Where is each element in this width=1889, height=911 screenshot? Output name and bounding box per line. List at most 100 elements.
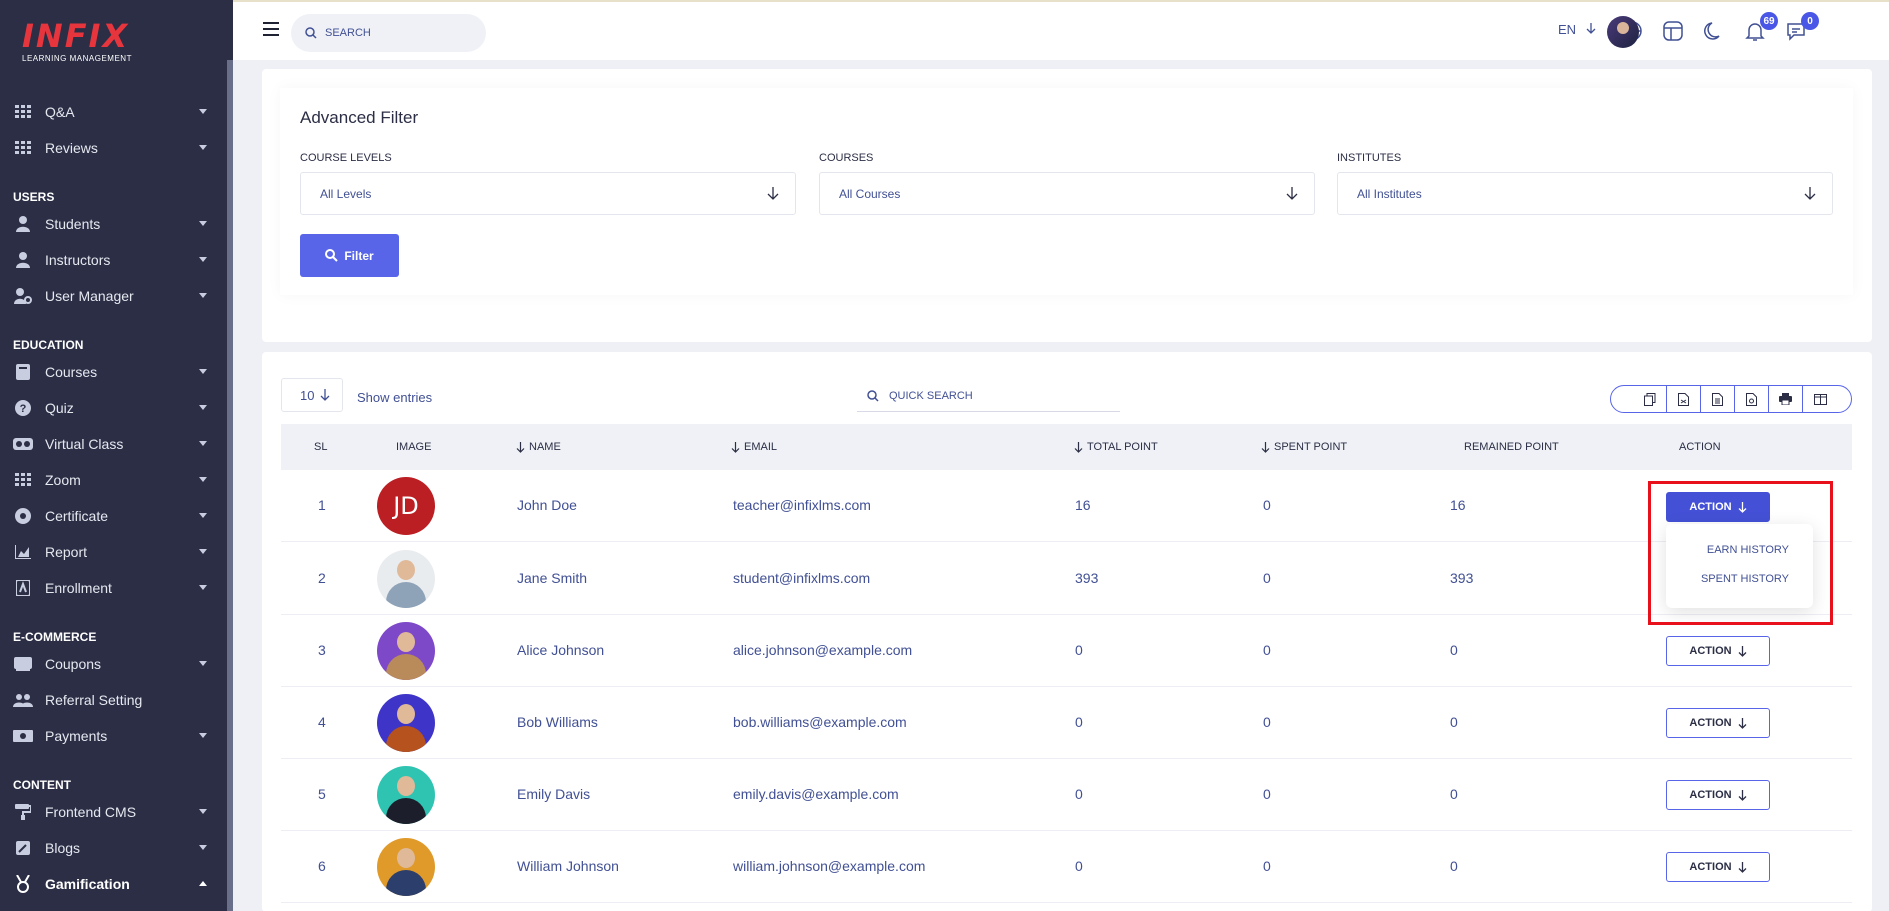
quick-search-input[interactable]: QUICK SEARCH <box>857 380 1120 412</box>
sidebar-item-label: Report <box>45 544 88 560</box>
entries-select[interactable]: 10 <box>281 378 343 412</box>
cell-sl: 4 <box>318 714 326 730</box>
columns-icon[interactable] <box>1803 386 1837 412</box>
sidebar-item-referral-setting[interactable]: Referral Setting <box>0 682 227 718</box>
header-spent-point[interactable]: SPENT POINT <box>1261 441 1347 453</box>
cell-email: emily.davis@example.com <box>733 786 899 802</box>
cell-remained-point: 0 <box>1450 858 1458 874</box>
sidebar-item-label: Instructors <box>45 252 111 268</box>
courses-select[interactable]: All Courses <box>819 172 1315 215</box>
header-label: NAME <box>529 441 561 453</box>
action-button[interactable]: ACTION <box>1666 708 1770 738</box>
sidebar-item-reviews[interactable]: Reviews <box>0 130 227 166</box>
sidebar-item-frontend-cms[interactable]: Frontend CMS <box>0 794 227 830</box>
action-label: ACTION <box>1689 717 1732 729</box>
sidebar-item-gamification[interactable]: Gamification <box>0 866 227 902</box>
layout-icon[interactable] <box>1662 20 1686 44</box>
table-row: 1 JD John Doe teacher@infixlms.com 16 0 … <box>281 470 1852 542</box>
cell-email: william.johnson@example.com <box>733 858 926 874</box>
course-levels-select[interactable]: All Levels <box>300 172 796 215</box>
avatar <box>377 622 435 680</box>
excel-icon[interactable] <box>1701 386 1735 412</box>
print-icon[interactable] <box>1769 386 1803 412</box>
section-title-content: CONTENT <box>13 778 71 792</box>
cell-name: Jane Smith <box>517 570 588 586</box>
courses-label: COURSES <box>819 152 874 164</box>
sidebar-item-label: Quiz <box>45 400 74 416</box>
header-email[interactable]: EMAIL <box>731 441 777 453</box>
cell-remained-point: 0 <box>1450 642 1458 658</box>
sidebar-item-virtual-class[interactable]: Virtual Class <box>0 426 227 462</box>
sidebar-item-label: Frontend CMS <box>45 804 137 820</box>
sidebar-item-payments[interactable]: Payments <box>0 718 227 754</box>
action-button[interactable]: ACTION <box>1666 636 1770 666</box>
sidebar-item-courses[interactable]: Courses <box>0 354 227 390</box>
search-input[interactable]: SEARCH <box>291 14 486 52</box>
csv-icon[interactable] <box>1667 386 1701 412</box>
sidebar-item-label: Enrollment <box>45 580 112 596</box>
header-total-point[interactable]: TOTAL POINT <box>1074 441 1158 453</box>
caret-down-icon <box>199 661 207 666</box>
sidebar-item-label: Gamification <box>45 876 130 892</box>
caret-down-icon <box>199 405 207 410</box>
header-remained-point[interactable]: REMAINED POINT <box>1464 441 1559 453</box>
cell-remained-point: 393 <box>1450 570 1474 586</box>
select-value: All Institutes <box>1357 186 1422 201</box>
export-buttons <box>1610 385 1852 413</box>
header-label: TOTAL POINT <box>1087 441 1158 453</box>
sidebar-item-blogs[interactable]: Blogs <box>0 830 227 866</box>
avatar <box>377 550 435 608</box>
svg-text:?: ? <box>20 403 27 415</box>
cell-remained-point: 0 <box>1450 786 1458 802</box>
sidebar-item-label: Blogs <box>45 840 81 856</box>
sidebar-item-certificate[interactable]: Certificate <box>0 498 227 534</box>
institutes-select[interactable]: All Institutes <box>1337 172 1833 215</box>
pdf-icon[interactable] <box>1735 386 1769 412</box>
menu-toggle-icon[interactable] <box>263 22 279 36</box>
caret-down-icon <box>199 809 207 814</box>
badge-icon <box>13 508 33 524</box>
cell-spent-point: 0 <box>1263 714 1271 730</box>
caret-down-icon <box>199 293 207 298</box>
notification-bell-icon[interactable]: 69 <box>1744 12 1778 44</box>
logo-wordmark: INFIX <box>22 17 130 55</box>
search-icon <box>325 249 339 262</box>
copy-icon[interactable] <box>1633 386 1667 412</box>
header-name[interactable]: NAME <box>516 441 561 453</box>
filter-button[interactable]: Filter <box>300 234 399 277</box>
sidebar-item-user-manager[interactable]: User Manager <box>0 278 227 314</box>
sidebar-item-zoom[interactable]: Zoom <box>0 462 227 498</box>
entries-label: Show entries <box>357 390 433 405</box>
caret-down-icon <box>199 549 207 554</box>
cell-name: John Doe <box>517 497 577 513</box>
cell-sl: 3 <box>318 642 326 658</box>
sidebar-item-students[interactable]: Students <box>0 206 227 242</box>
header-sl[interactable]: SL <box>314 441 327 453</box>
sidebar-item-coupons[interactable]: Coupons <box>0 646 227 682</box>
sidebar-scrollbar[interactable] <box>227 60 233 911</box>
topbar: SEARCH EN 69 0 <box>233 0 1889 60</box>
language-select[interactable]: EN <box>1558 22 1596 37</box>
sort-arrow-icon <box>1261 441 1270 453</box>
sidebar-item-qa[interactable]: Q&A <box>0 94 227 130</box>
cell-email: bob.williams@example.com <box>733 714 907 730</box>
header-action: ACTION <box>1679 441 1721 453</box>
avatar <box>377 694 435 752</box>
roller-icon <box>13 804 33 820</box>
dark-mode-icon[interactable] <box>1703 20 1727 44</box>
caret-down-icon <box>199 221 207 226</box>
sidebar-item-report[interactable]: Report <box>0 534 227 570</box>
action-button[interactable]: ACTION <box>1666 780 1770 810</box>
logo[interactable]: INFIX LEARNING MANAGEMENT <box>22 20 142 70</box>
sidebar-item-quiz[interactable]: ? Quiz <box>0 390 227 426</box>
sidebar-item-instructors[interactable]: Instructors <box>0 242 227 278</box>
avatar[interactable] <box>1607 16 1639 48</box>
action-button[interactable]: ACTION <box>1666 852 1770 882</box>
cell-email: student@infixlms.com <box>733 570 871 586</box>
sidebar-item-enrollment[interactable]: Enrollment <box>0 570 227 606</box>
cell-remained-point: 16 <box>1450 497 1466 513</box>
scrollbar-thumb[interactable] <box>227 60 233 911</box>
cell-spent-point: 0 <box>1263 858 1271 874</box>
grid-icon <box>13 104 33 120</box>
message-icon[interactable]: 0 <box>1785 12 1819 44</box>
